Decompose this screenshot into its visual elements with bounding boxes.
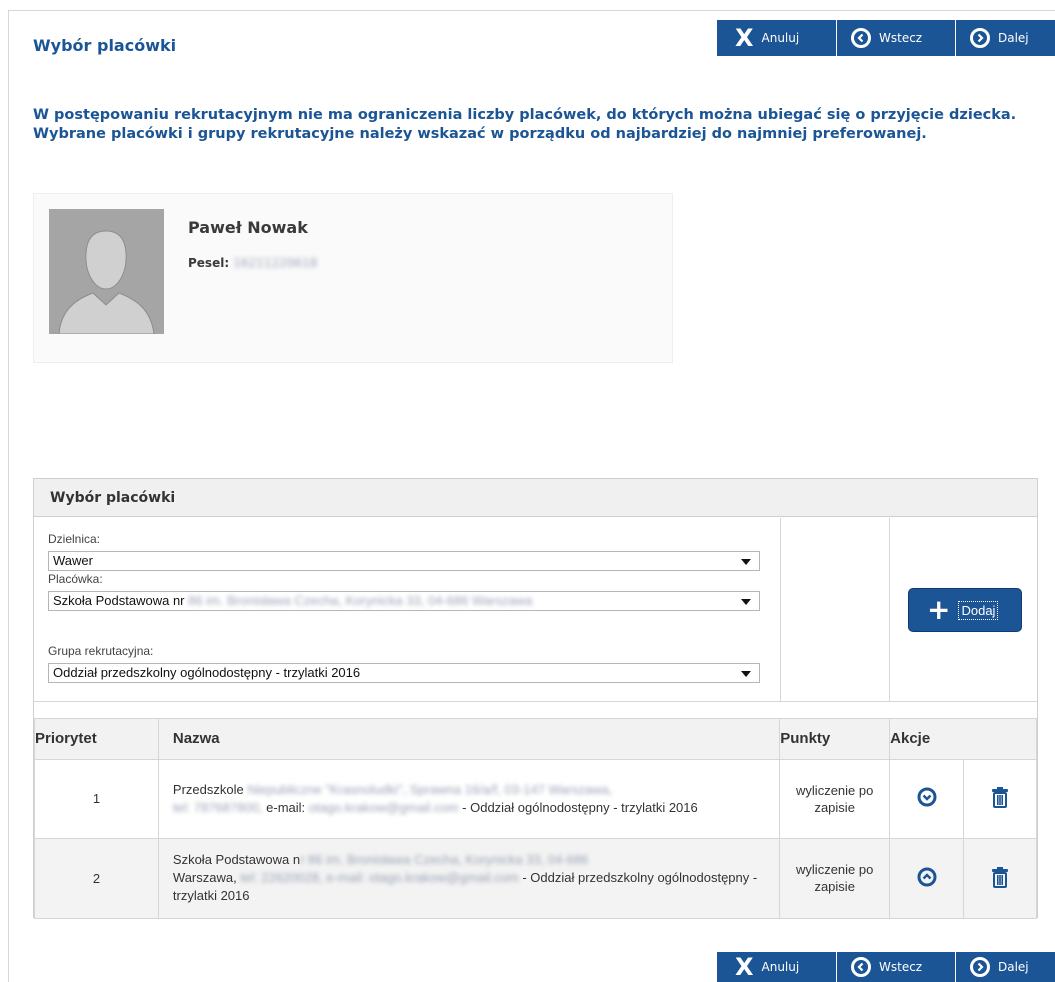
next-label: Dalej <box>998 31 1029 45</box>
table-header-row: Priorytet Nazwa Punkty Akcje <box>34 719 1037 760</box>
circle-chevron-right-icon <box>970 28 990 48</box>
person-silhouette-icon <box>49 209 164 334</box>
pesel-value: 16211220618 <box>233 256 318 270</box>
circle-chevron-left-icon <box>851 957 871 977</box>
row-name: Przedszkole Niepubliczne "Krasnoludki", … <box>157 758 781 839</box>
next-button[interactable]: Dalej <box>956 952 1055 982</box>
facility-value-hidden: 86 im. Bronisława Czecha, Korynicka 33, … <box>184 593 533 608</box>
cancel-label: Anuluj <box>761 960 800 974</box>
row-name-text: Warszawa, <box>172 870 237 885</box>
facility-value-prefix: Szkoła Podstawowa nr <box>53 593 185 608</box>
group-select[interactable]: Oddział przedszkolny ogólnodostępny - tr… <box>48 663 760 683</box>
next-button[interactable]: Dalej <box>956 20 1055 56</box>
pesel-label: Pesel: <box>188 256 230 270</box>
row-name-text: Przedszkole <box>172 781 244 797</box>
circle-chevron-right-icon <box>970 957 990 977</box>
district-select[interactable]: Wawer <box>48 551 760 571</box>
bottom-toolbar: X Anuluj Wstecz Dalej <box>717 952 1055 982</box>
trash-icon[interactable] <box>991 786 1009 808</box>
selection-form: Dzielnica: Wawer Placówka: Szkoła Podsta… <box>34 518 781 701</box>
row-action-move <box>889 837 965 919</box>
circle-chevron-down-icon[interactable] <box>917 787 937 807</box>
selection-form-row: Dzielnica: Wawer Placówka: Szkoła Podsta… <box>34 518 1037 701</box>
district-value: Wawer <box>53 553 93 568</box>
header-actions: Akcje <box>889 719 1037 760</box>
cancel-button[interactable]: X Anuluj <box>717 952 837 982</box>
row-name-text: - Oddział ogólnodostępny - trzylatki 201… <box>458 799 698 815</box>
panel-title: Wybór placówki <box>34 479 1037 517</box>
group-label: Grupa rekrutacyjna: <box>48 644 154 658</box>
facility-label: Placówka: <box>48 572 103 586</box>
person-name: Paweł Nowak <box>188 218 308 237</box>
row-priority: 1 <box>34 758 159 839</box>
header-priority: Priorytet <box>34 719 159 760</box>
empty-cell <box>781 518 890 701</box>
separator-row <box>34 701 1037 719</box>
x-icon: X <box>735 953 754 981</box>
x-icon: X <box>735 24 754 52</box>
person-pesel: Pesel: 16211220618 <box>188 256 317 270</box>
chevron-down-icon <box>741 559 751 565</box>
table-row: 1 Przedszkole Niepubliczne "Krasnoludki"… <box>34 758 1037 839</box>
add-button[interactable]: + Dodaj <box>908 588 1022 632</box>
row-name-hidden: r 86 im. Bronisława Czecha, Korynicka 33… <box>300 852 589 867</box>
row-points: wyliczenie po zapisie <box>779 837 891 919</box>
back-button[interactable]: Wstecz <box>837 20 956 56</box>
row-name-hidden: tel: 787687800, <box>172 799 263 815</box>
chevron-down-icon <box>741 599 751 605</box>
cancel-label: Anuluj <box>761 31 800 45</box>
back-button[interactable]: Wstecz <box>837 952 956 982</box>
district-label: Dzielnica: <box>48 532 101 546</box>
row-name: Szkoła Podstawowa nr 86 im. Bronisława C… <box>157 837 781 919</box>
row-action-delete <box>963 758 1037 839</box>
row-points: wyliczenie po zapisie <box>779 758 891 839</box>
cancel-button[interactable]: X Anuluj <box>717 20 837 56</box>
row-name-text: Szkoła Podstawowa n <box>172 852 301 867</box>
circle-chevron-left-icon <box>851 28 871 48</box>
row-action-delete <box>963 837 1037 919</box>
row-priority: 2 <box>34 837 159 919</box>
row-action-move <box>889 758 965 839</box>
plus-icon: + <box>927 593 951 626</box>
circle-chevron-up-icon[interactable] <box>917 867 937 887</box>
top-toolbar: X Anuluj Wstecz Dalej <box>717 20 1055 56</box>
info-text: W postępowaniu rekrutacyjnym nie ma ogra… <box>33 107 1017 142</box>
add-cell: + Dodaj <box>890 518 1037 701</box>
row-name-text: e-mail: <box>262 799 306 815</box>
person-card: Paweł Nowak Pesel: 16211220618 <box>33 193 673 363</box>
row-name-hidden: tel: 22620028, e-mail: otago.krakow@gmai… <box>236 870 519 885</box>
header-points: Punkty <box>779 719 891 760</box>
chevron-down-icon <box>741 671 751 677</box>
trash-icon[interactable] <box>991 866 1009 888</box>
avatar <box>49 209 164 334</box>
header-name: Nazwa <box>157 719 781 760</box>
facility-select[interactable]: Szkoła Podstawowa nr 86 im. Bronisława C… <box>48 591 760 611</box>
group-value: Oddział przedszkolny ogólnodostępny - tr… <box>53 665 361 680</box>
next-label: Dalej <box>998 960 1029 974</box>
selected-facilities-table: Priorytet Nazwa Punkty Akcje 1 Przedszko… <box>34 719 1037 919</box>
back-label: Wstecz <box>879 960 923 974</box>
facility-selection-panel: Wybór placówki Dzielnica: Wawer Placówka… <box>33 478 1038 919</box>
row-name-hidden: otago.krakow@gmail.com <box>305 799 459 815</box>
page-title: Wybór placówki <box>33 36 177 55</box>
add-label: Dodaj <box>958 600 999 620</box>
row-name-hidden: Niepubliczne "Krasnoludki", Sprawna 16/a… <box>243 781 613 797</box>
back-label: Wstecz <box>879 31 923 45</box>
table-row: 2 Szkoła Podstawowa nr 86 im. Bronisława… <box>34 837 1037 919</box>
